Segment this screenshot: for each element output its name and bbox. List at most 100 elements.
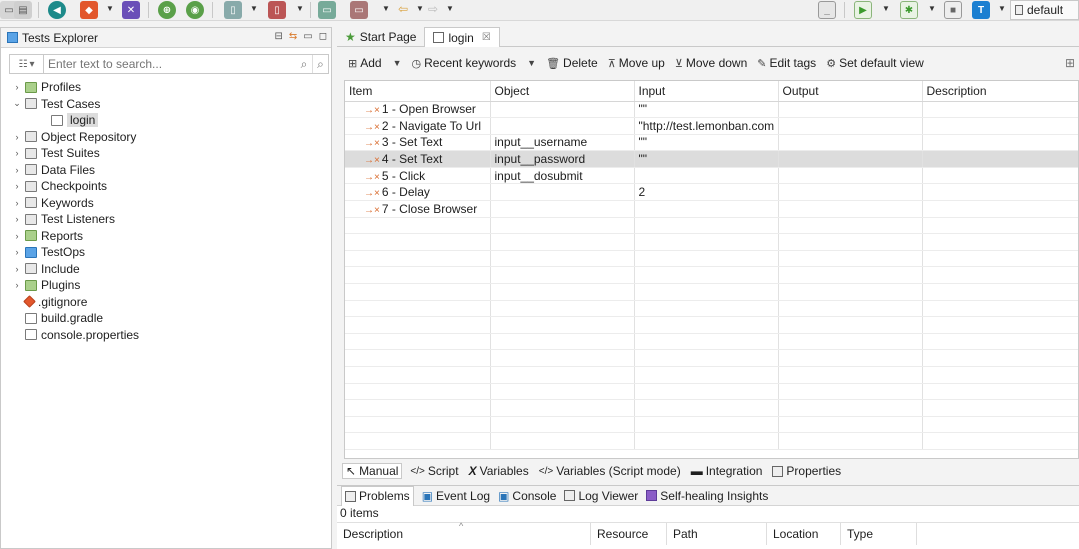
testops-dropdown-icon[interactable]: ▼ (998, 4, 1006, 13)
tree-item[interactable]: console.properties (11, 327, 327, 344)
table-cell-item[interactable]: →× 4 - Set Text (345, 150, 491, 168)
add-dropdown-icon[interactable]: ▼ (393, 58, 402, 68)
expand-icon[interactable]: ⊞ (1065, 56, 1075, 70)
git-icon[interactable]: ◆ (80, 1, 98, 19)
table-cell-input[interactable] (634, 167, 779, 185)
move-up-button[interactable]: ⊼ Move up (608, 56, 665, 70)
tree-item[interactable]: › Plugins (11, 277, 327, 294)
tree-item[interactable]: › Profiles (11, 79, 327, 96)
col-path[interactable]: Path (667, 523, 767, 545)
table-cell-description[interactable] (922, 101, 1078, 119)
expand-toggle-icon[interactable]: › (11, 247, 23, 257)
table-cell-input[interactable] (634, 200, 779, 218)
katalon-icon[interactable]: ◀ (48, 1, 66, 19)
tab-login[interactable]: login ☒ (424, 27, 500, 47)
record-windows-dropdown-icon[interactable]: ▼ (382, 4, 390, 13)
table-row[interactable] (345, 250, 1078, 268)
tree-item[interactable]: › Test Listeners (11, 211, 327, 228)
expand-toggle-icon[interactable]: › (11, 231, 23, 241)
recent-keywords-button[interactable]: ◷ Recent keywords ▼ (412, 56, 537, 70)
back-icon[interactable]: ⇦ (398, 2, 408, 16)
col-description[interactable]: Description ^ (337, 521, 591, 545)
tab-script[interactable]: </> Script (408, 464, 460, 478)
table-cell-object[interactable]: input__username (490, 134, 635, 152)
expand-toggle-icon[interactable]: › (11, 181, 23, 191)
table-row[interactable] (345, 266, 1078, 285)
table-row[interactable]: →× 3 - Set Text input__username "" (345, 134, 1078, 152)
tab-log-viewer[interactable]: Log Viewer (564, 489, 638, 503)
tree-item[interactable]: › Reports (11, 228, 327, 245)
table-cell-output[interactable] (778, 200, 923, 218)
expand-toggle-icon[interactable]: › (11, 198, 23, 208)
filter-dropdown[interactable]: ☷ ▾ (10, 55, 44, 73)
expand-toggle-icon[interactable]: › (11, 165, 23, 175)
tree-item[interactable]: build.gradle (11, 310, 327, 327)
tab-properties[interactable]: Properties (770, 464, 843, 478)
expand-toggle-icon[interactable]: ⌄ (11, 98, 23, 109)
table-cell-item[interactable]: →× 6 - Delay (345, 183, 491, 202)
table-cell-item[interactable]: →× 7 - Close Browser (345, 200, 491, 218)
tree-item[interactable]: ⌄ Test Cases (11, 96, 327, 113)
back-dropdown-icon[interactable]: ▼ (416, 4, 424, 13)
table-row[interactable] (345, 416, 1078, 434)
expand-toggle-icon[interactable]: › (11, 214, 23, 224)
table-cell-object[interactable]: input__dosubmit (490, 167, 635, 185)
save-icon[interactable]: ▤ (14, 1, 32, 19)
table-row[interactable]: →× 5 - Click input__dosubmit (345, 167, 1078, 185)
record-mobile-dropdown-icon[interactable]: ▼ (296, 4, 304, 13)
table-cell-object[interactable]: input__password (490, 150, 635, 168)
git-dropdown-icon[interactable]: ▼ (106, 4, 114, 13)
record-mobile-icon[interactable]: ▯ (268, 1, 286, 19)
table-cell-description[interactable] (922, 183, 1078, 202)
tree-item[interactable]: › Keywords (11, 195, 327, 212)
table-cell-input[interactable]: "" (634, 150, 779, 168)
column-header[interactable]: Output (778, 81, 923, 102)
forward-icon[interactable]: ⇨ (428, 2, 438, 16)
edit-tags-button[interactable]: ✎ Edit tags (757, 56, 816, 70)
table-row[interactable] (345, 432, 1078, 450)
table-row[interactable]: →× 7 - Close Browser (345, 200, 1078, 218)
table-cell-description[interactable] (922, 134, 1078, 152)
tree-item[interactable]: › Data Files (11, 162, 327, 179)
profile-select[interactable]: default (1010, 0, 1079, 20)
table-cell-output[interactable] (778, 134, 923, 152)
table-cell-input[interactable]: "" (634, 101, 779, 119)
tree-item[interactable]: login (11, 112, 327, 129)
collapse-all-icon[interactable]: ⊟ (274, 31, 282, 42)
table-row[interactable] (345, 333, 1078, 351)
table-row[interactable] (345, 283, 1078, 301)
run-dropdown-icon[interactable]: ▼ (882, 4, 890, 13)
tab-event-log[interactable]: ▣ Event Log (422, 489, 490, 503)
testops-icon[interactable]: T (972, 1, 990, 19)
table-cell-output[interactable] (778, 183, 923, 202)
maximize-icon[interactable]: ◻ (319, 31, 327, 42)
tab-integration[interactable]: ▬ Integration (689, 464, 765, 478)
debug-icon[interactable]: ✱ (900, 1, 918, 19)
table-cell-item[interactable]: →× 1 - Open Browser (345, 101, 491, 119)
table-cell-description[interactable] (922, 167, 1078, 185)
col-type[interactable]: Type (841, 523, 917, 545)
table-cell-input[interactable]: "" (634, 134, 779, 152)
record-web-icon[interactable]: ◉ (186, 1, 204, 19)
expand-toggle-icon[interactable]: › (11, 132, 23, 142)
table-cell-output[interactable] (778, 117, 923, 135)
table-cell-item[interactable]: →× 3 - Set Text (345, 134, 491, 152)
recent-dropdown-icon[interactable]: ▼ (527, 58, 536, 68)
table-row[interactable]: →× 1 - Open Browser "" (345, 101, 1078, 119)
tab-self-healing[interactable]: Self-healing Insights (646, 489, 768, 503)
table-cell-description[interactable] (922, 117, 1078, 135)
tree-item[interactable]: › Object Repository (11, 129, 327, 146)
set-default-view-button[interactable]: ⚙ Set default view (826, 56, 924, 70)
expand-toggle-icon[interactable]: › (11, 264, 23, 274)
tree-item[interactable]: › Test Suites (11, 145, 327, 162)
table-cell-object[interactable] (490, 200, 635, 218)
table-cell-item[interactable]: →× 2 - Navigate To Url (345, 117, 491, 135)
table-cell-object[interactable] (490, 117, 635, 135)
table-row[interactable] (345, 399, 1078, 417)
spy-mobile-dropdown-icon[interactable]: ▼ (250, 4, 258, 13)
table-cell-object[interactable] (490, 183, 635, 202)
table-cell-object[interactable] (490, 101, 635, 119)
tree-item[interactable]: › Include (11, 261, 327, 278)
table-cell-item[interactable]: →× 5 - Click (345, 167, 491, 185)
search-icon[interactable]: ⌕ (296, 55, 312, 73)
